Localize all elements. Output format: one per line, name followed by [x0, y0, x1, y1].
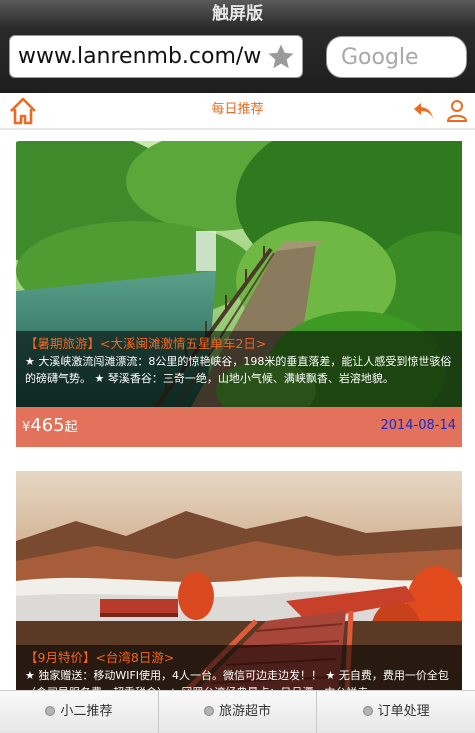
bullet-icon: [362, 706, 373, 716]
browser-toolbar: 触屏版 www.lanrenmb.com/w Google: [0, 0, 475, 93]
price-suffix: 起: [64, 420, 78, 435]
tour-date: 2014-08-14: [380, 418, 456, 433]
bottom-nav: 小二推荐 旅游超市 订单处理: [0, 690, 475, 733]
nav-item-label: 旅游超市: [219, 704, 272, 719]
tour-description: ★ 独家赠送：移动WIFI使用，4人一台。微信可边走边发！！ ★ 无自费，费用一…: [25, 669, 449, 690]
header-title: 每日推荐: [211, 102, 264, 117]
search-input[interactable]: Google: [326, 36, 467, 78]
url-text[interactable]: www.lanrenmb.com/w: [18, 43, 266, 71]
app-header: 每日推荐: [0, 93, 475, 130]
nav-item-orders[interactable]: 订单处理: [317, 691, 475, 733]
back-icon[interactable]: [412, 99, 436, 123]
bullet-icon: [204, 706, 214, 716]
search-placeholder: Google: [341, 45, 419, 70]
user-icon[interactable]: [446, 99, 468, 123]
tour-description: ★ 大溪峡激流闯滩漂流：8公里的惊艳峡谷，198米的垂直落差，能让人感受到惊世骇…: [25, 355, 452, 385]
page-title: 触屏版: [212, 4, 263, 24]
bookmark-star-icon[interactable]: [266, 42, 296, 72]
tour-title[interactable]: 【暑期旅游】<大溪闽滩激情五星单车2日>: [25, 334, 453, 353]
nav-item-travel-market[interactable]: 旅游超市: [159, 691, 318, 733]
price-bar: ¥465起 2014-08-14: [16, 407, 462, 447]
tour-caption: 【9月特价】<台湾8日游> ★ 独家赠送：移动WIFI使用，4人一台。微信可边走…: [16, 645, 462, 690]
nav-item-label: 小二推荐: [60, 704, 113, 719]
url-bar[interactable]: www.lanrenmb.com/w: [9, 35, 303, 78]
tour-card[interactable]: 【9月特价】<台湾8日游> ★ 独家赠送：移动WIFI使用，4人一台。微信可边走…: [16, 471, 462, 690]
nav-item-recommend[interactable]: 小二推荐: [0, 691, 159, 733]
tour-card[interactable]: 【暑期旅游】<大溪闽滩激情五星单车2日> ★ 大溪峡激流闯滩漂流：8公里的惊艳峡…: [16, 141, 462, 447]
bullet-icon: [45, 706, 56, 716]
tour-title[interactable]: 【9月特价】<台湾8日游>: [25, 648, 453, 667]
price-value: 465: [30, 415, 65, 436]
recommendation-list: 【暑期旅游】<大溪闽滩激情五星单车2日> ★ 大溪峡激流闯滩漂流：8公里的惊艳峡…: [0, 130, 475, 690]
nav-item-label: 订单处理: [377, 704, 430, 719]
tour-caption: 【暑期旅游】<大溪闽滩激情五星单车2日> ★ 大溪峡激流闯滩漂流：8公里的惊艳峡…: [16, 331, 462, 407]
tour-price: ¥465起: [22, 415, 78, 436]
